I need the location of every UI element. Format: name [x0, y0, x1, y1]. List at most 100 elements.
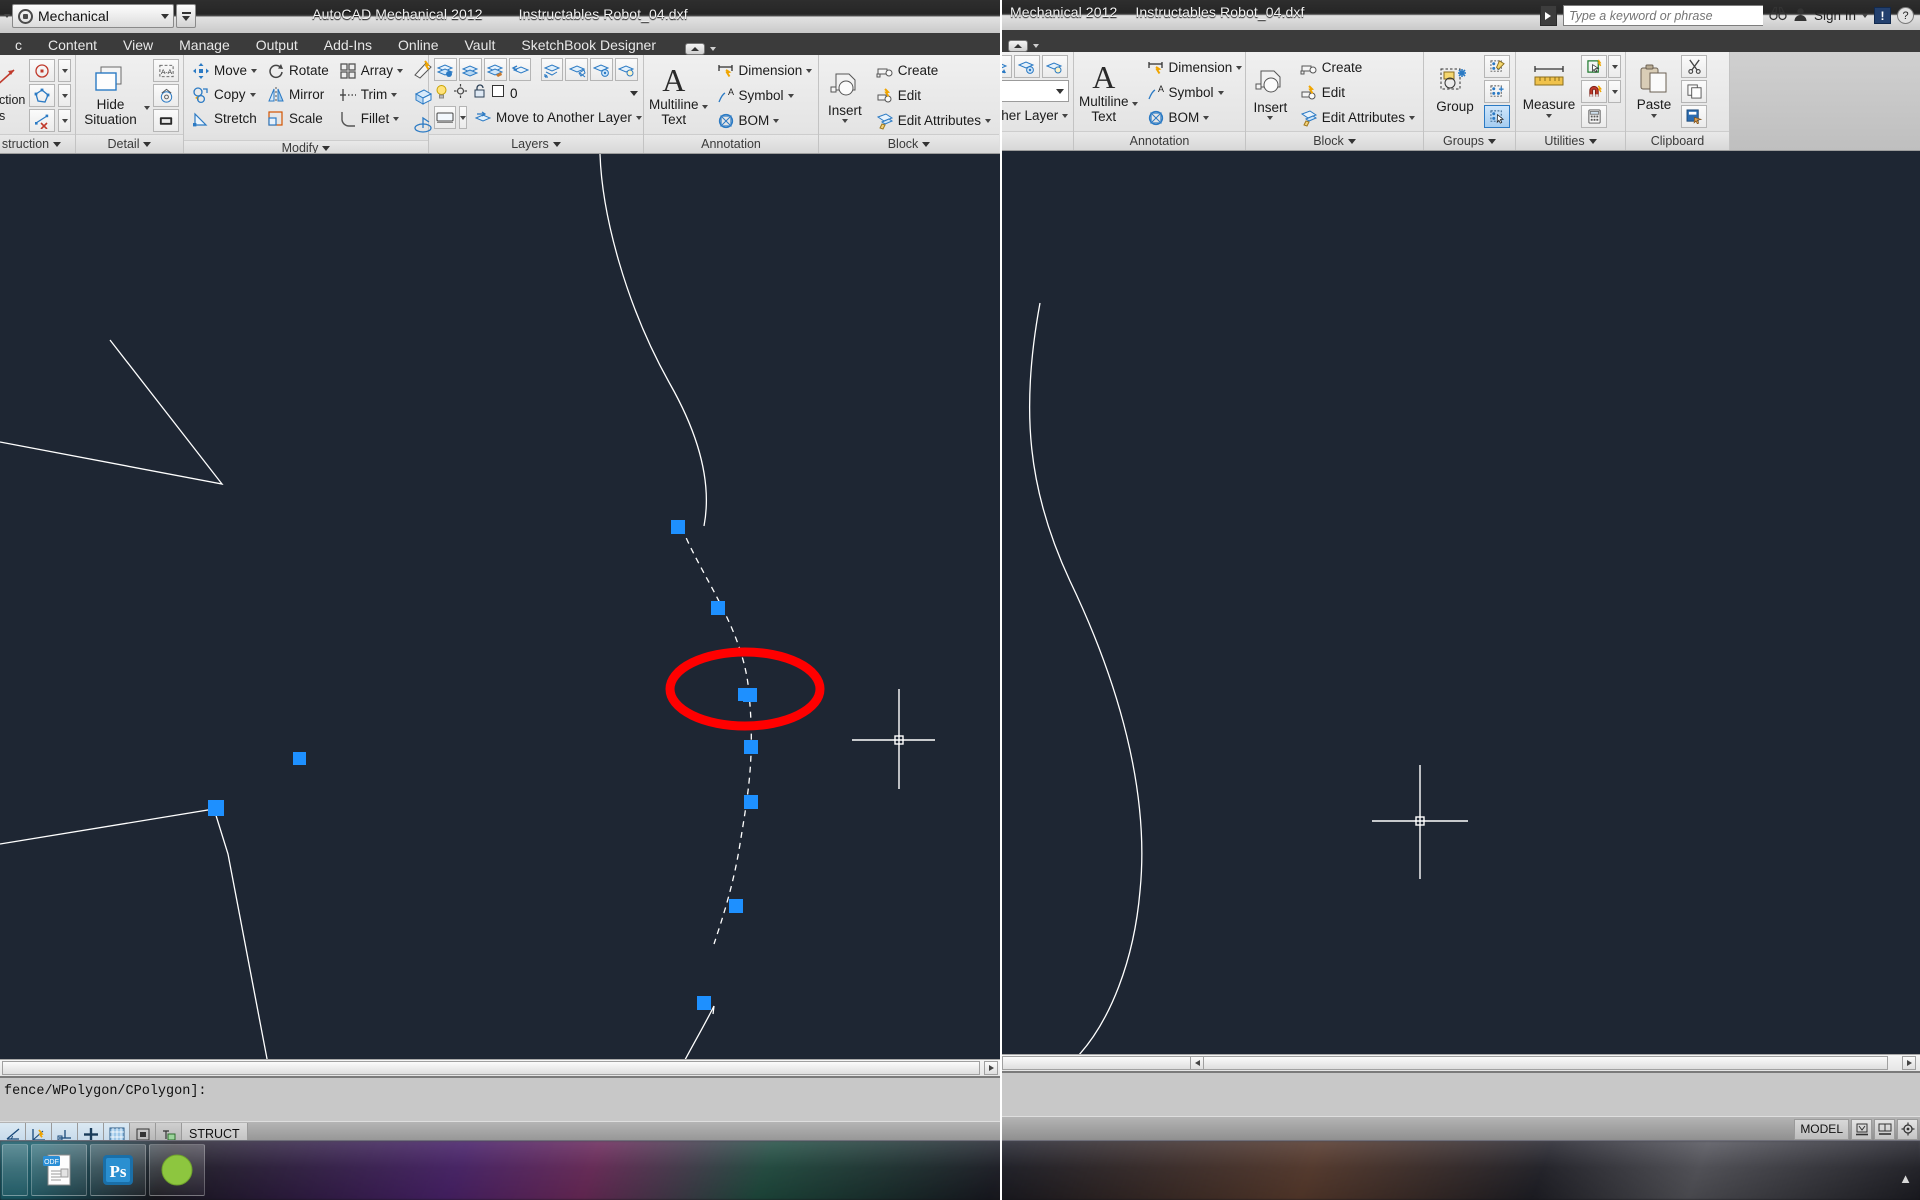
copy-dropdown-icon[interactable]: [250, 93, 256, 97]
chevron-down-icon[interactable]: [1056, 89, 1064, 94]
tab-output[interactable]: Output: [243, 36, 311, 55]
show-hidden-icons-arrow[interactable]: ▲: [1899, 1171, 1912, 1186]
rotate-button[interactable]: Rotate: [263, 59, 333, 82]
tab-online[interactable]: Online: [385, 36, 451, 55]
panel-dropdown-caret-icon[interactable]: [143, 142, 151, 147]
copy-button[interactable]: Copy: [188, 83, 261, 106]
edit-attributes-button[interactable]: Edit Attributes: [872, 109, 995, 132]
detail-view-icon[interactable]: [153, 84, 179, 107]
tab-vault[interactable]: Vault: [451, 36, 508, 55]
layer-group-icon[interactable]: [459, 58, 482, 81]
quick-select-dropdown[interactable]: [1608, 55, 1621, 78]
panel-label-detail[interactable]: Detail: [76, 134, 183, 153]
edit-attributes-button-right[interactable]: Edit Attributes: [1296, 106, 1419, 129]
bom-dropdown-icon[interactable]: [1203, 116, 1209, 120]
trim-button[interactable]: Trim: [335, 83, 407, 106]
ribbon-minimize-control-right[interactable]: [1002, 40, 1039, 52]
bom-dropdown-icon[interactable]: [773, 119, 779, 123]
taskbar[interactable]: ODF Ps ▲: [0, 1140, 1920, 1200]
dimension-button-right[interactable]: Dimension: [1143, 56, 1247, 79]
panel-label-block-right[interactable]: Block: [1246, 131, 1423, 150]
horizontal-scrollbar-right[interactable]: [1000, 1054, 1920, 1071]
create-block-button-right[interactable]: Create: [1296, 56, 1419, 79]
hide-situation-button[interactable]: HideSituation: [80, 61, 141, 131]
command-line-left[interactable]: fence/WPolygon/CPolygon]:: [0, 1076, 1000, 1121]
ribbon-minimize-caret-icon[interactable]: [710, 47, 716, 51]
panel-dropdown-caret-icon[interactable]: [1488, 139, 1496, 144]
symbol-dropdown-icon[interactable]: [788, 94, 794, 98]
layer-properties-icon[interactable]: [434, 58, 457, 81]
sign-in-dropdown-icon[interactable]: [1862, 14, 1868, 18]
ribbon-tabs-right[interactable]: [1000, 30, 1920, 52]
move-to-another-layer-button[interactable]: Move to Another Layer: [470, 106, 646, 129]
scrollbar-thumb-right[interactable]: [1002, 1056, 1888, 1070]
layout-space-icon[interactable]: [1874, 1119, 1895, 1140]
snap-magnet-dropdown[interactable]: [1608, 80, 1621, 103]
command-line-right[interactable]: [1000, 1071, 1920, 1116]
panel-label-layers-right[interactable]: [1000, 131, 1073, 150]
create-block-button[interactable]: Create: [872, 59, 995, 82]
construction-polygon-icon[interactable]: [29, 84, 55, 107]
ribbon-minimize-caret-icon[interactable]: [1033, 44, 1039, 48]
search-history-arrow-icon[interactable]: [1540, 5, 1557, 26]
lock-icon[interactable]: [472, 83, 487, 104]
user-icon[interactable]: [1793, 7, 1808, 25]
drawing-canvas-right[interactable]: [1000, 151, 1920, 1054]
trim-dropdown-icon[interactable]: [391, 93, 397, 97]
ribbon-minimize-control-left[interactable]: [669, 43, 716, 55]
panel-dropdown-caret-icon[interactable]: [1348, 139, 1356, 144]
multiline-text-dropdown-icon[interactable]: [702, 105, 708, 109]
layer-previous-icon[interactable]: [509, 58, 532, 81]
calculator-icon[interactable]: [1581, 105, 1607, 128]
group-edit-icon[interactable]: [1484, 55, 1510, 78]
insert-button-right[interactable]: Insert: [1250, 58, 1291, 128]
quick-select-icon[interactable]: [1581, 55, 1607, 78]
scroll-left-arrow-icon[interactable]: [1190, 1056, 1204, 1070]
layer-combo-right[interactable]: [1000, 80, 1069, 102]
tab-content[interactable]: Content: [35, 36, 110, 55]
mirror-button[interactable]: Mirror: [263, 83, 333, 106]
model-space-icon[interactable]: [1851, 1119, 1872, 1140]
copy-icon[interactable]: [1681, 80, 1707, 103]
layer-off-icon[interactable]: [615, 58, 638, 81]
group-add-remove-icon[interactable]: [1484, 80, 1510, 103]
binoculars-icon[interactable]: [1769, 6, 1787, 25]
layer-settings-icon[interactable]: [1014, 55, 1040, 78]
group-select-icon[interactable]: [1484, 105, 1510, 128]
panel-label-utilities[interactable]: Utilities: [1516, 131, 1625, 150]
hide-situation-dropdown-icon[interactable]: [144, 106, 150, 110]
panel-label-construction[interactable]: struction: [0, 134, 75, 153]
paste-special-icon[interactable]: [1681, 105, 1707, 128]
panel-dropdown-caret-icon[interactable]: [1589, 139, 1597, 144]
taskbar-items[interactable]: ODF Ps: [0, 1144, 205, 1196]
odf-document-icon[interactable]: ODF: [31, 1144, 87, 1196]
search-area-right[interactable]: Sign In ! ?: [1540, 4, 1914, 27]
panel-label-clipboard[interactable]: Clipboard: [1626, 131, 1729, 150]
scrollbar-thumb[interactable]: [2, 1061, 980, 1075]
edit-attributes-dropdown-icon[interactable]: [985, 119, 991, 123]
insert-dropdown-icon[interactable]: [842, 119, 848, 123]
sign-in-button[interactable]: Sign In: [1814, 8, 1856, 23]
panel-label-annotation-left[interactable]: Annotation: [644, 134, 818, 153]
status-bar-right-controls[interactable]: MODEL: [1794, 1119, 1918, 1140]
symbol-dropdown-icon[interactable]: [1218, 91, 1224, 95]
detail-section-icon[interactable]: [153, 109, 179, 132]
search-input[interactable]: [1563, 5, 1763, 26]
symbol-button-right[interactable]: A Symbol: [1143, 81, 1247, 104]
scroll-right-arrow-icon[interactable]: [1902, 1056, 1916, 1070]
move-to-layer-dropdown-icon[interactable]: [1062, 114, 1068, 118]
group-button[interactable]: Group: [1428, 55, 1482, 123]
panel-label-groups[interactable]: Groups: [1424, 131, 1515, 150]
cut-icon[interactable]: [1681, 55, 1707, 78]
dimension-button[interactable]: Dimension: [713, 59, 817, 82]
fillet-dropdown-icon[interactable]: [393, 117, 399, 121]
snap-magnet-icon[interactable]: [1581, 80, 1607, 103]
ribbon-minimize-icon[interactable]: [685, 43, 705, 55]
edit-attributes-dropdown-icon[interactable]: [1409, 116, 1415, 120]
ribbon-tabs-left[interactable]: c Content View Manage Output Add-Ins Onl…: [0, 33, 1000, 55]
multiline-text-button-right[interactable]: A MultilineText: [1078, 58, 1130, 128]
dimension-dropdown-icon[interactable]: [1236, 66, 1242, 70]
layer-isolate-icon[interactable]: [565, 58, 588, 81]
panel-dropdown-caret-icon[interactable]: [922, 142, 930, 147]
array-dropdown-icon[interactable]: [397, 69, 403, 73]
